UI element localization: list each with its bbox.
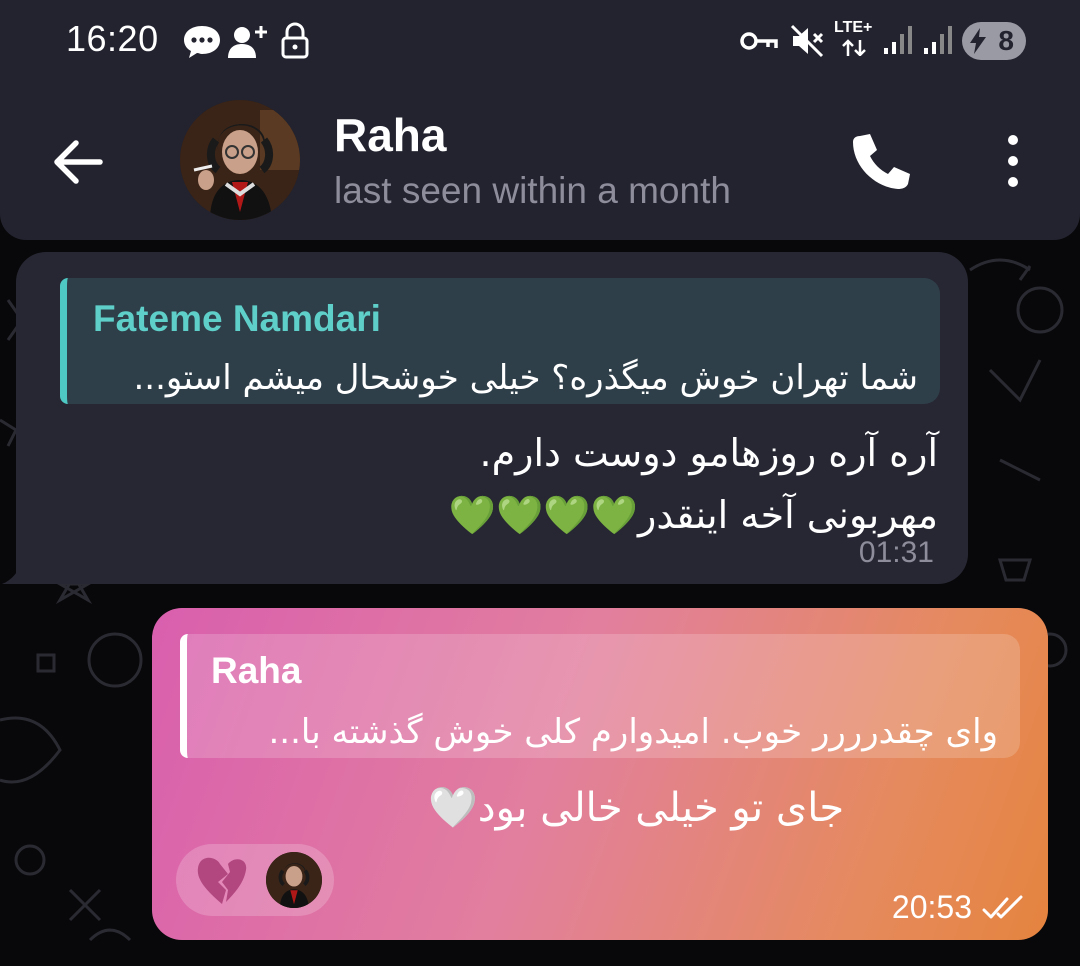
reply-text: شما تهران خوش میگذره؟ خیلی خوشحال میشم ا…	[133, 358, 919, 398]
mute-icon	[790, 24, 824, 58]
data-arrows-icon	[842, 39, 866, 56]
network-type: LTE+	[834, 19, 873, 36]
double-check-icon	[982, 895, 1023, 919]
avatar	[266, 852, 322, 908]
arrow-left-icon[interactable]	[46, 130, 110, 194]
avatar[interactable]	[180, 100, 300, 220]
phone-icon[interactable]	[846, 128, 912, 194]
signal-icon	[884, 26, 912, 54]
bubble-tail	[2, 560, 24, 584]
message-time: 01:31	[858, 536, 934, 569]
signal-icon	[924, 26, 952, 54]
message-line: آره آره روزهامو دوست دارم.	[479, 431, 938, 475]
incoming-message-bubble[interactable]: Fateme Namdari شما تهران خوش میگذره؟ خیل…	[2, 252, 968, 584]
status-time: 16:20	[66, 18, 159, 59]
message-line: مهربونی آخه اینقدر💚💚💚💚	[448, 493, 938, 537]
contact-name[interactable]: Raha	[334, 108, 446, 162]
reaction-chip[interactable]	[176, 844, 334, 916]
message-text: جای تو خیلی خالی بود🤍	[428, 785, 845, 831]
outgoing-message-bubble[interactable]: Raha وای چقدرررر خوب. امیدوارم کلی خوش گ…	[152, 608, 1048, 940]
reply-preview[interactable]: Fateme Namdari شما تهران خوش میگذره؟ خیل…	[60, 278, 940, 404]
broken-heart-icon	[197, 857, 247, 904]
chat-header: Raha last seen within a month	[0, 82, 1080, 240]
lock-icon	[281, 22, 309, 59]
key-icon	[740, 32, 778, 50]
reply-author: Fateme Namdari	[93, 298, 381, 339]
status-bar: 16:20 LTE+ 8	[0, 0, 1080, 82]
battery-indicator: 8	[962, 22, 1026, 60]
more-vert-icon[interactable]	[990, 128, 1036, 194]
last-seen-status: last seen within a month	[334, 170, 731, 211]
battery-charging-icon	[970, 28, 986, 54]
message-text: آره آره روزهامو دوست دارم. مهربونی آخه ا…	[58, 422, 938, 546]
battery-level: 8	[998, 25, 1014, 56]
add-person-icon	[228, 26, 267, 58]
reply-preview[interactable]: Raha وای چقدرررر خوب. امیدوارم کلی خوش گ…	[180, 634, 1020, 758]
reply-text: وای چقدرررر خوب. امیدوارم کلی خوش گذشته …	[268, 712, 999, 752]
message-bubble-icon	[184, 26, 220, 58]
reply-author: Raha	[211, 650, 302, 691]
message-time: 20:53	[891, 889, 972, 925]
